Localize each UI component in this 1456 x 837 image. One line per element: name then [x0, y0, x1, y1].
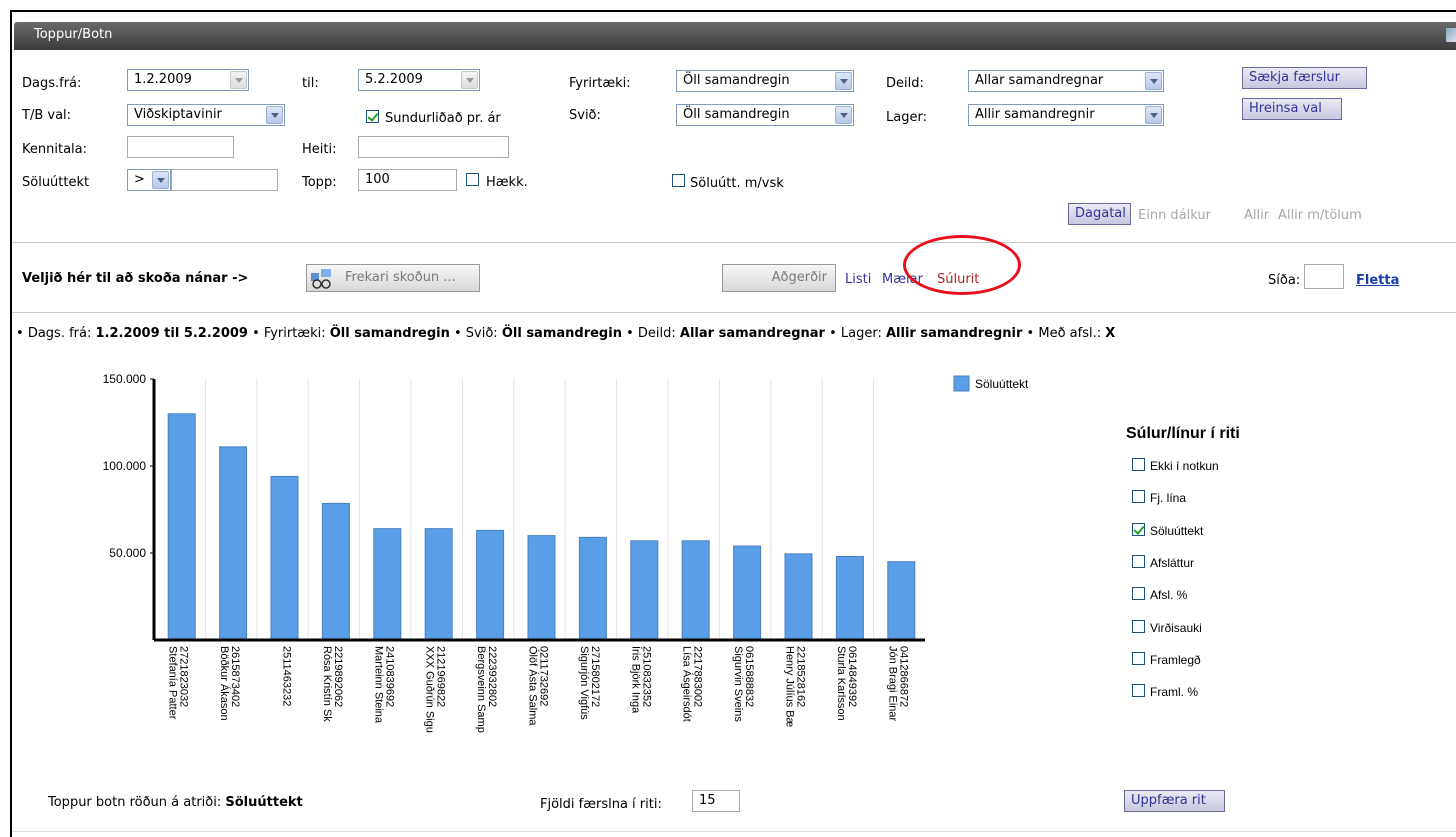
chart-bar: [167, 413, 196, 641]
series-checkbox[interactable]: [1132, 554, 1145, 568]
chart-bar: [219, 446, 248, 641]
y-tick-label: 150.000: [103, 372, 147, 386]
bar-chart: 150.000100.00050.0002721823032Stefanía P…: [103, 372, 1029, 733]
x-tick-label: Henry Júlíus Bæ: [784, 646, 796, 728]
x-tick-label: Stefanía Patter: [167, 646, 179, 720]
chart-bar: [270, 475, 299, 641]
series-checkbox[interactable]: [1132, 619, 1145, 633]
chart-bar: [784, 553, 813, 641]
chart-bar: [681, 540, 710, 641]
series-checkbox[interactable]: [1132, 651, 1145, 665]
fjoldi-label: Fjöldi færslna í riti:: [540, 797, 662, 812]
y-tick-label: 100.000: [103, 459, 147, 473]
x-tick-label: Ólöf Ásta Salma: [527, 646, 540, 726]
series-checkbox-label: Afsl. %: [1150, 588, 1188, 603]
legend-label: Söluúttekt: [975, 377, 1029, 391]
series-checkbox-label: Ekki í notkun: [1150, 459, 1219, 473]
chart-bar: [733, 545, 762, 641]
series-checkbox-label: Söluúttekt: [1150, 523, 1204, 538]
series-checkbox-label: Virðisauki: [1150, 620, 1202, 635]
x-tick-label: Böðkur Ákason: [218, 646, 231, 721]
chart-bar: [630, 540, 659, 641]
x-tick-label: Sigurvin Sveins: [732, 646, 744, 722]
x-tick-label: Íris Björk Inga: [629, 646, 642, 714]
series-checkbox[interactable]: [1132, 490, 1145, 504]
rodun-label: Toppur botn röðun á atriði: Söluúttekt: [48, 795, 303, 810]
fjoldi-input[interactable]: 15: [692, 790, 740, 812]
series-checkbox[interactable]: [1132, 587, 1145, 601]
legend-swatch: [953, 375, 970, 392]
series-checkbox-label: Framl. %: [1150, 685, 1198, 700]
chart-bar: [373, 528, 402, 641]
x-tick-label: Bergsveinn Samp: [475, 646, 487, 733]
uppfaera-rit-button[interactable]: Uppfæra rit: [1124, 790, 1225, 812]
rodun-value: Söluúttekt: [225, 795, 303, 810]
chart-bar: [321, 502, 350, 641]
series-checkbox-label: Afsláttur: [1150, 555, 1195, 570]
chart-bar: [887, 561, 916, 641]
chart-bar: [476, 529, 505, 641]
chart-bar: [527, 535, 556, 641]
x-tick-label: Sigurjón Vigfús: [578, 646, 590, 720]
chart-bar: [424, 528, 453, 641]
rodun-label-text: Toppur botn röðun á atriði:: [48, 795, 222, 810]
x-tick-label: Sturla Karlsson: [835, 646, 847, 721]
x-tick-label: Lísa Ásgeirsdót: [681, 646, 694, 722]
divider: [12, 831, 1456, 832]
series-checkbox[interactable]: [1132, 522, 1145, 536]
x-tick-label: 2511463232: [281, 646, 293, 706]
chart-bar: [835, 555, 864, 641]
series-checkbox-label: Framlegð: [1150, 652, 1201, 667]
chart-bar: [578, 536, 607, 641]
series-panel-title: Súlur/línur í riti: [1126, 425, 1240, 442]
series-checkbox[interactable]: [1132, 684, 1145, 698]
x-tick-label: XXX Guðrún Sigu: [424, 646, 436, 733]
x-tick-label: Rósa Kristín Sk: [321, 646, 333, 722]
x-tick-label: Marteinn Steina: [372, 646, 384, 724]
y-tick-label: 50.000: [109, 546, 146, 560]
series-checkbox[interactable]: [1132, 458, 1145, 471]
x-tick-label: Jón Bragi Einar: [886, 646, 898, 722]
series-checkbox-label: Fj. lína: [1150, 491, 1187, 506]
